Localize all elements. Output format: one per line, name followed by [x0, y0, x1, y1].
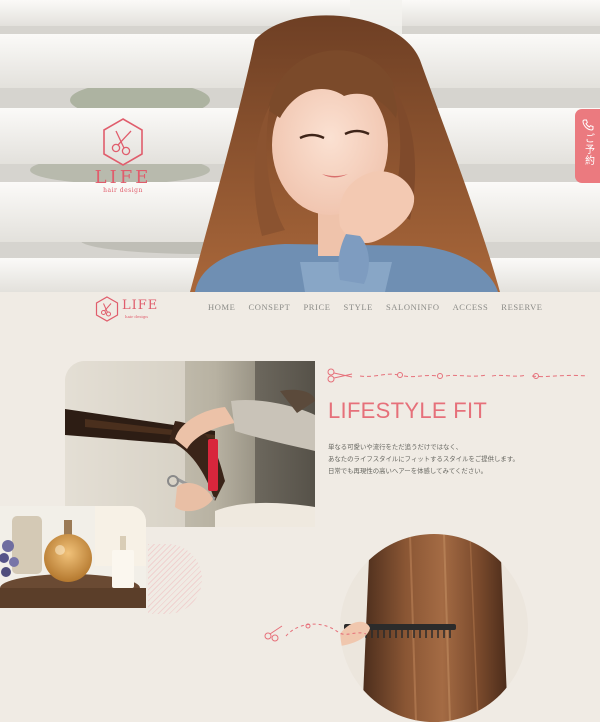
- nav-item-saloninfo[interactable]: SALONINFO: [386, 302, 440, 312]
- hero-brand-name: LIFE: [94, 167, 152, 188]
- straight-hair-comb-photo: [340, 534, 528, 722]
- section-title: LIFESTYLE FIT: [328, 398, 488, 423]
- nav-brand-name: LIFE: [122, 298, 159, 313]
- main-navbar: LIFE hair design HOME CONSEPT PRICE STYL…: [0, 292, 600, 326]
- hero-brand-tagline: hair design: [103, 187, 143, 194]
- nav-item-consept[interactable]: CONSEPT: [248, 302, 290, 312]
- nav-item-style[interactable]: STYLE: [344, 302, 373, 312]
- hair-cutting-photo: [65, 361, 315, 527]
- hero-photo: [0, 0, 600, 292]
- bottles-photo: [0, 506, 146, 608]
- scissors-hexagon-logo-icon: [103, 118, 143, 166]
- nav-logo[interactable]: LIFE hair design: [95, 296, 159, 322]
- nav-brand-tagline: hair design: [125, 314, 148, 319]
- scissors-dashed-line-icon: [327, 368, 589, 383]
- hero-section: LIFE hair design ご予約: [0, 0, 600, 292]
- reserve-side-tab[interactable]: ご予約: [575, 109, 600, 183]
- scissors-dashed-line-icon: [264, 623, 367, 642]
- nav-item-reserve[interactable]: RESERVE: [501, 302, 542, 312]
- description-line: あなたのライフスタイルにフィットするスタイルをご提供します。: [328, 455, 519, 463]
- nav-item-home[interactable]: HOME: [208, 302, 235, 312]
- description-line: 単なる可愛いや流行をただ追うだけではなく、: [328, 443, 463, 451]
- decorative-hatch-shape: [148, 544, 202, 614]
- phone-icon: [581, 119, 593, 131]
- section-description: 単なる可愛いや流行をただ追うだけではなく、 あなたのライフスタイルにフィットする…: [328, 441, 588, 477]
- nav-item-price[interactable]: PRICE: [303, 302, 330, 312]
- nav-menu: HOME CONSEPT PRICE STYLE SALONINFO ACCES…: [208, 302, 556, 312]
- reserve-tab-label: ご予約: [582, 133, 594, 166]
- nav-item-access[interactable]: ACCESS: [453, 302, 489, 312]
- description-line: 日常でも再現性の高いヘアーを体感してみてください。: [328, 467, 487, 475]
- hero-logo[interactable]: LIFE hair design: [92, 117, 154, 195]
- scissors-hexagon-logo-icon: [95, 296, 119, 322]
